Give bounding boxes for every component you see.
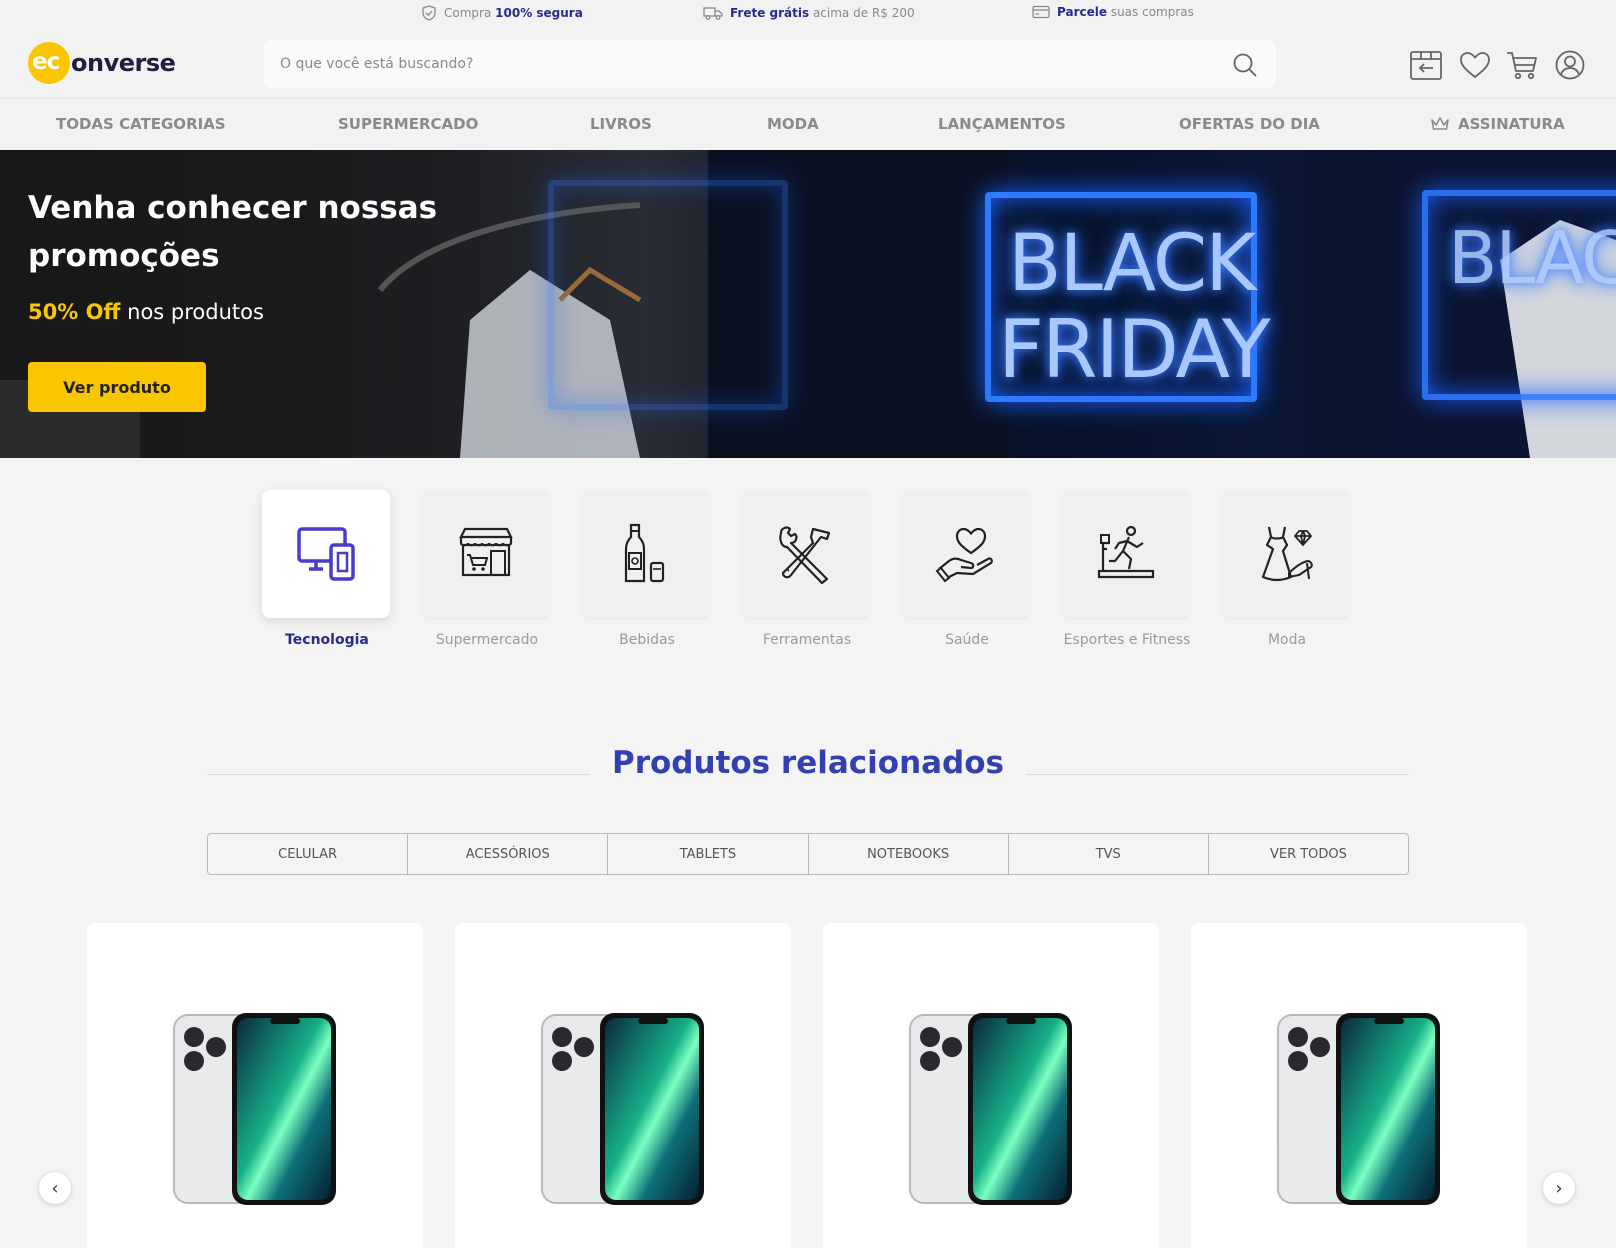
category-bebidas[interactable]: Bebidas xyxy=(582,490,712,648)
product-tabs: CELULAR ACESSÓRIOS TABLETS NOTEBOOKS TVS… xyxy=(207,833,1409,875)
carousel-prev-button[interactable]: ‹ xyxy=(39,1172,71,1204)
nav-item-assinatura[interactable]: ASSINATURA xyxy=(1430,115,1565,133)
product-card[interactable] xyxy=(455,923,791,1248)
logo[interactable]: ec onverse xyxy=(28,42,176,84)
hero-subtitle: 50% Off nos produtos xyxy=(28,300,264,324)
product-image xyxy=(173,1013,336,1205)
nav-item-todas-categorias[interactable]: TODAS CATEGORIAS xyxy=(56,115,226,133)
category-label: Tecnologia xyxy=(285,632,369,648)
devices-icon xyxy=(297,527,355,581)
category-label: Bebidas xyxy=(619,632,675,648)
nav-label: MODA xyxy=(767,115,819,133)
category-supermercado[interactable]: Supermercado xyxy=(422,490,552,648)
shipping-text: acima de R$ 200 xyxy=(809,6,915,20)
tab-ver-todos[interactable]: VER TODOS xyxy=(1209,834,1408,874)
category-card xyxy=(262,490,390,618)
neon-sign-line2: FRIDAY xyxy=(998,303,1271,396)
secure-bold: 100% segura xyxy=(495,6,583,20)
ver-produto-button[interactable]: Ver produto xyxy=(28,362,206,412)
category-label: Ferramentas xyxy=(762,632,852,648)
nav-item-lancamentos[interactable]: LANÇAMENTOS xyxy=(938,115,1066,133)
section-divider-right xyxy=(1026,774,1409,775)
neon-sign-line1-right: BLACK xyxy=(1448,216,1616,300)
category-label: Supermercado xyxy=(435,632,539,648)
heart-icon[interactable] xyxy=(1458,48,1492,82)
returns-box-icon[interactable] xyxy=(1409,48,1443,82)
section-title: Produtos relacionados xyxy=(611,745,1004,781)
free-shipping-info: Frete grátis acima de R$ 200 xyxy=(703,5,915,21)
product-card[interactable] xyxy=(823,923,1159,1248)
category-tecnologia[interactable]: Tecnologia xyxy=(262,490,392,648)
nav-label: LANÇAMENTOS xyxy=(938,115,1066,133)
truck-icon xyxy=(703,7,723,20)
category-card xyxy=(1222,490,1350,618)
nav-label: OFERTAS DO DIA xyxy=(1179,115,1320,133)
hero-discount: 50% Off xyxy=(28,300,121,324)
tab-tablets[interactable]: TABLETS xyxy=(608,834,809,874)
crown-icon xyxy=(1431,117,1449,130)
bottle-icon xyxy=(624,523,665,583)
product-card[interactable] xyxy=(1191,923,1527,1248)
category-moda[interactable]: Moda xyxy=(1222,490,1352,648)
product-image xyxy=(909,1013,1072,1205)
category-label: Moda xyxy=(1267,632,1307,648)
credit-card-icon xyxy=(1032,5,1050,19)
category-card xyxy=(582,490,710,618)
installments-info: Parcele suas compras xyxy=(1032,5,1194,19)
logo-ec-text: ec xyxy=(32,49,60,75)
nav-label: LIVROS xyxy=(590,115,652,133)
site-header: ec onverse xyxy=(0,28,1616,98)
search-bar xyxy=(264,40,1276,88)
product-image xyxy=(541,1013,704,1205)
category-card xyxy=(422,490,550,618)
installments-bold: Parcele xyxy=(1057,5,1107,19)
category-card xyxy=(902,490,1030,618)
dress-icon xyxy=(1261,526,1313,582)
installments-text: suas compras xyxy=(1107,5,1194,19)
tab-acessorios[interactable]: ACESSÓRIOS xyxy=(408,834,609,874)
category-ferramentas[interactable]: Ferramentas xyxy=(742,490,872,648)
category-card xyxy=(742,490,870,618)
neon-sign-frame-left xyxy=(548,180,788,410)
hero-banner: BLACK FRIDAY BLACK Venha conhecer nossas… xyxy=(0,150,1616,458)
nav-label: SUPERMERCADO xyxy=(338,115,479,133)
product-image xyxy=(1277,1013,1440,1205)
nav-item-moda[interactable]: MODA xyxy=(767,115,819,133)
logo-mark: ec xyxy=(28,42,70,84)
logo-text: onverse xyxy=(71,49,176,77)
search-icon[interactable] xyxy=(1232,52,1258,78)
heart-hand-icon xyxy=(935,527,993,583)
cart-icon[interactable] xyxy=(1505,48,1539,82)
nav-label: ASSINATURA xyxy=(1458,115,1565,133)
tab-celular[interactable]: CELULAR xyxy=(208,834,409,874)
neon-sign-line1: BLACK xyxy=(1008,219,1256,309)
category-esportes-e-fitness[interactable]: Esportes e Fitness xyxy=(1062,490,1192,648)
search-input[interactable] xyxy=(280,40,1180,88)
treadmill-icon xyxy=(1097,525,1155,579)
carousel-next-button[interactable]: › xyxy=(1543,1172,1575,1204)
shield-icon xyxy=(422,5,436,21)
store-icon xyxy=(459,527,513,577)
product-card[interactable] xyxy=(87,923,423,1248)
category-label: Saúde xyxy=(945,632,989,648)
hero-subtitle-text: nos produtos xyxy=(120,300,264,324)
nav-label: TODAS CATEGORIAS xyxy=(56,115,226,133)
nav-item-livros[interactable]: LIVROS xyxy=(590,115,652,133)
secure-purchase-info: Compra 100% segura xyxy=(421,5,583,21)
category-label: Esportes e Fitness xyxy=(1063,632,1191,648)
category-saude[interactable]: Saúde xyxy=(902,490,1032,648)
top-info-bar: Compra 100% segura Frete grátis acima de… xyxy=(0,0,1616,28)
tools-icon xyxy=(779,526,831,585)
section-divider-left xyxy=(207,774,590,775)
secure-text: Compra xyxy=(444,6,496,20)
tab-tvs[interactable]: TVS xyxy=(1009,834,1209,874)
user-account-icon[interactable] xyxy=(1553,48,1587,82)
category-card xyxy=(1062,490,1190,618)
tab-notebooks[interactable]: NOTEBOOKS xyxy=(809,834,1009,874)
nav-item-ofertas-do-dia[interactable]: OFERTAS DO DIA xyxy=(1179,115,1320,133)
shipping-bold: Frete grátis xyxy=(730,6,810,20)
nav-item-supermercado[interactable]: SUPERMERCADO xyxy=(338,115,478,133)
hero-title: Venha conhecer nossas promoções xyxy=(28,190,438,274)
main-nav: TODAS CATEGORIAS SUPERMERCADO LIVROS MOD… xyxy=(0,98,1616,150)
